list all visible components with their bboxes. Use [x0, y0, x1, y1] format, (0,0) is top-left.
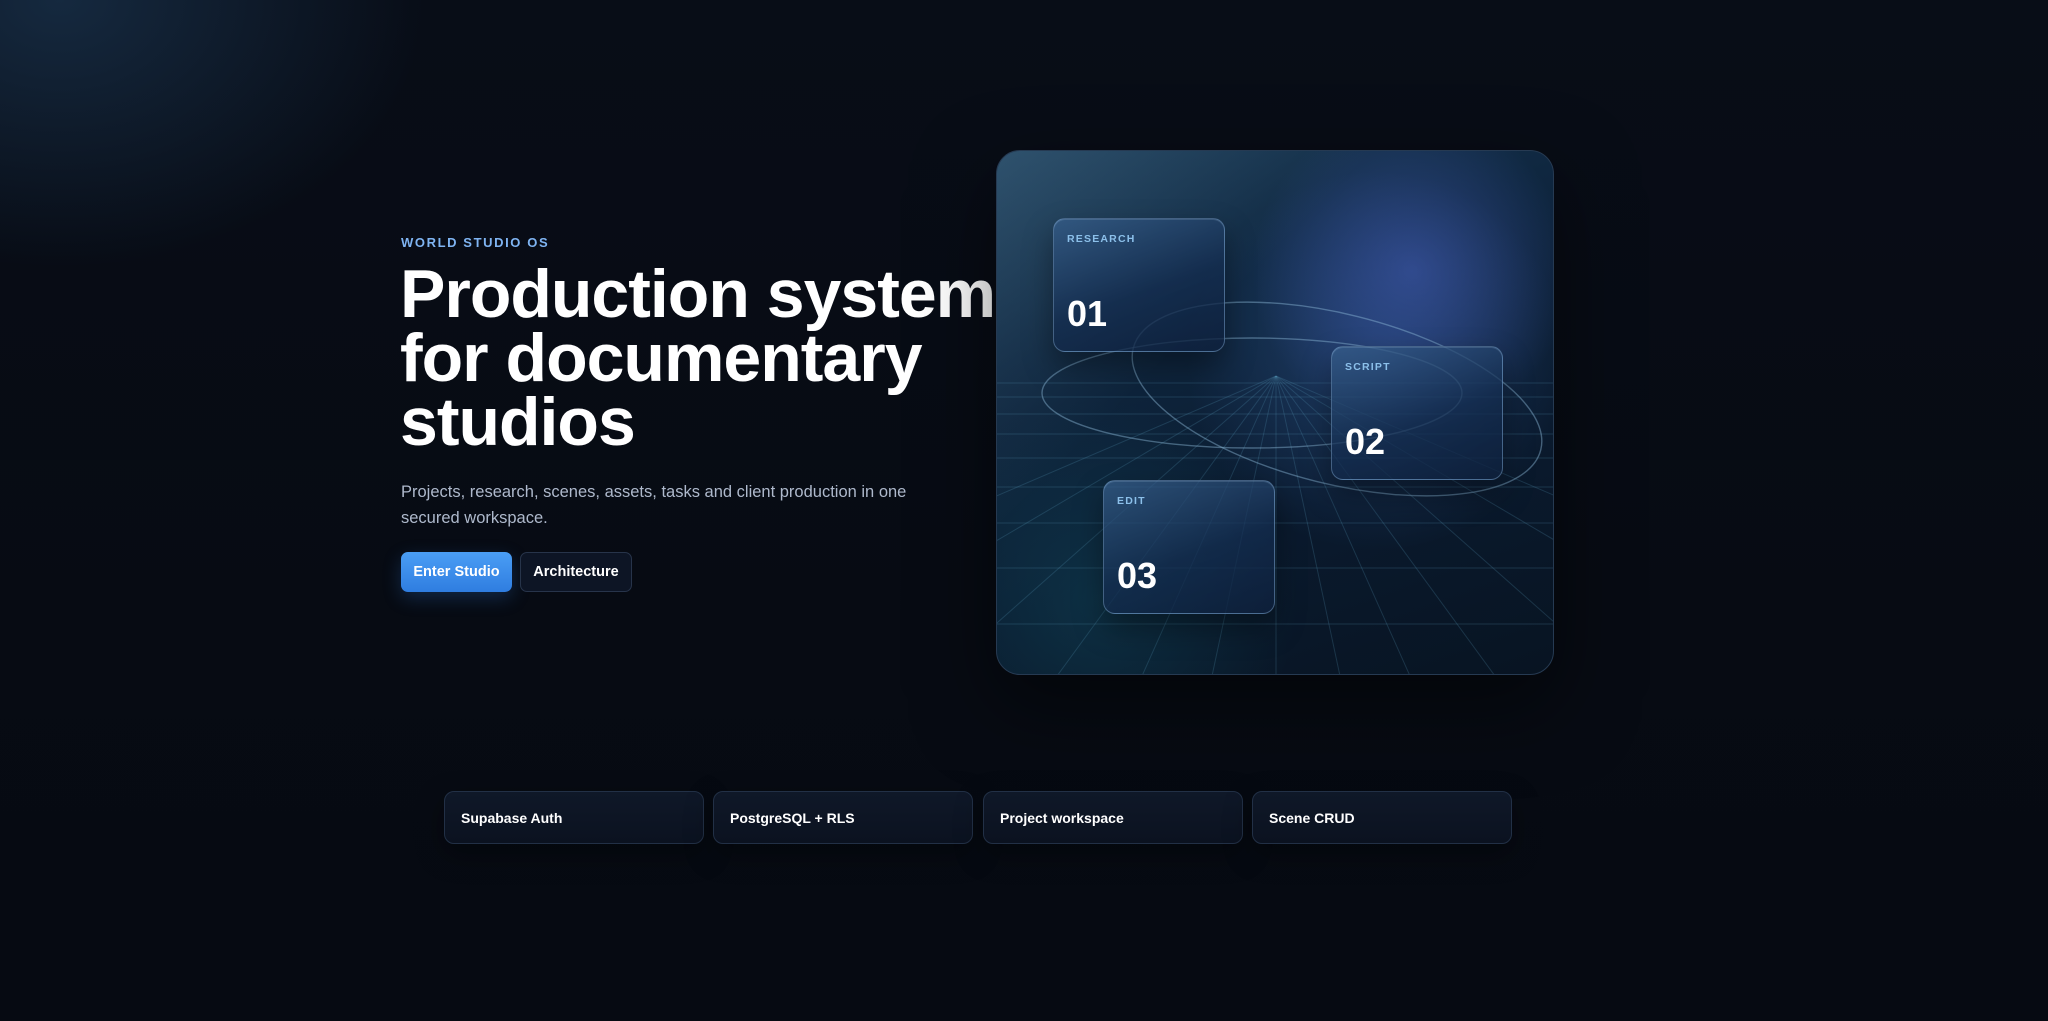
stage-card-script[interactable]: SCRIPT 02 — [1331, 346, 1503, 480]
enter-studio-button[interactable]: Enter Studio — [401, 552, 512, 592]
eyebrow-label: WORLD STUDIO OS — [401, 235, 550, 250]
feature-project-workspace: Project workspace — [983, 791, 1243, 844]
stage-label: EDIT — [1117, 495, 1146, 507]
stage-card-edit[interactable]: EDIT 03 — [1103, 480, 1275, 614]
stage-label: RESEARCH — [1067, 233, 1136, 245]
hero-subtitle: Projects, research, scenes, assets, task… — [401, 483, 907, 527]
stage-label: SCRIPT — [1345, 361, 1391, 373]
feature-scene-crud: Scene CRUD — [1252, 791, 1512, 844]
feature-postgresql-rls: PostgreSQL + RLS — [713, 791, 973, 844]
hero-headline: Production system for documentary studio… — [400, 256, 996, 460]
stage-number: 02 — [1345, 421, 1386, 462]
stage-number: 01 — [1067, 293, 1108, 334]
feature-supabase-auth: Supabase Auth — [444, 791, 704, 844]
stage-number: 03 — [1117, 555, 1158, 596]
stage-card-research[interactable]: RESEARCH 01 — [1053, 218, 1225, 352]
workflow-visual: RESEARCH 01 SCRIPT 02 EDIT 03 — [996, 150, 1554, 675]
landing-page: WORLD STUDIO OS Production system for do… — [0, 0, 2048, 1021]
architecture-button[interactable]: Architecture — [520, 552, 632, 592]
